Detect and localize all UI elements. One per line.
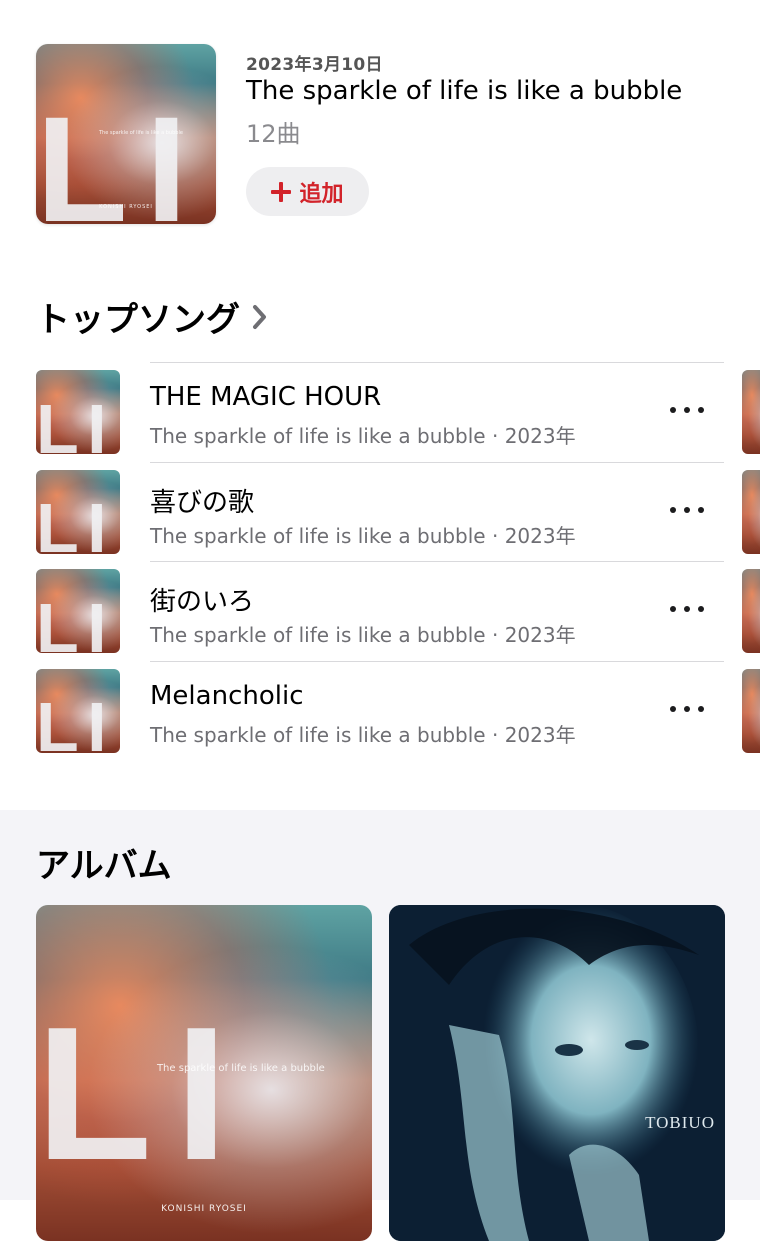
albums-section: アルバム LI The sparkle of life is like a bu… [0,810,760,1241]
divider [150,561,724,562]
chevron-right-icon [253,304,266,329]
album-card[interactable]: LI The sparkle of life is like a bubble … [36,905,372,1241]
top-songs-header[interactable]: トップソング [36,292,270,341]
artwork-title-text: TOBIUO [645,1113,715,1133]
song-title: THE MAGIC HOUR [150,382,382,412]
next-column-artwork[interactable] [742,668,760,753]
add-label: 追加 [299,181,344,207]
add-button[interactable]: 追加 [246,167,369,216]
divider [150,461,724,463]
artwork-caption: The sparkle of life is like a bubble [99,130,183,137]
release-date: 2023年3月10日 [246,55,383,75]
song-subtitle: The sparkle of life is like a bubble · 2… [150,523,576,548]
track-count: 12曲 [246,120,301,148]
song-artwork: LI [36,668,120,753]
divider [150,660,724,662]
latest-release: LI The sparkle of life is like a bubble … [0,0,760,260]
artwork-artist: KONISHI RYOSEI [99,203,153,210]
release-artwork[interactable]: LI The sparkle of life is like a bubble … [36,44,216,224]
album-card[interactable]: TOBIUO [389,905,725,1241]
song-subtitle: The sparkle of life is like a bubble · 2… [150,722,576,747]
song-row[interactable]: LI Melancholic The sparkle of life is li… [0,660,760,761]
top-songs-title: トップソング [36,300,240,340]
artwork-image: LI The sparkle of life is like a bubble … [36,44,216,224]
plus-icon [271,181,292,202]
song-row[interactable]: LI 街のいろ The sparkle of life is like a bu… [0,561,760,661]
albums-header[interactable]: アルバム [36,838,172,887]
ellipsis-icon[interactable] [670,599,704,619]
song-subtitle: The sparkle of life is like a bubble · 2… [150,623,576,647]
next-column-artwork[interactable] [742,370,760,454]
album-artwork: TOBIUO [389,905,725,1241]
song-title: 街のいろ [150,587,255,617]
song-artwork: LI [36,569,120,653]
next-column-artwork[interactable] [742,569,760,653]
ellipsis-icon[interactable] [670,400,704,420]
divider [150,362,724,363]
ellipsis-icon[interactable] [670,699,704,719]
release-title[interactable]: The sparkle of life is like a bubble [246,76,682,106]
song-title: Melancholic [150,680,304,711]
song-artwork: LI [36,469,120,554]
artwork-letters: LI [36,988,251,1201]
song-subtitle: The sparkle of life is like a bubble · 2… [150,424,576,448]
artwork-letters: LI [36,85,206,224]
song-row[interactable]: LI THE MAGIC HOUR The sparkle of life is… [0,362,760,462]
album-artwork: LI The sparkle of life is like a bubble … [36,905,372,1241]
top-songs-list: LI THE MAGIC HOUR The sparkle of life is… [0,362,760,760]
portrait-illustration [389,905,725,1241]
song-title: 喜びの歌 [150,487,255,518]
next-column-artwork[interactable] [742,469,760,554]
ellipsis-icon[interactable] [670,500,704,520]
artwork-artist: KONISHI RYOSEI [161,1204,247,1215]
albums-title: アルバム [36,846,172,886]
song-row[interactable]: LI 喜びの歌 The sparkle of life is like a bu… [0,461,760,562]
song-artwork: LI [36,370,120,454]
artwork-caption: The sparkle of life is like a bubble [156,1062,325,1074]
